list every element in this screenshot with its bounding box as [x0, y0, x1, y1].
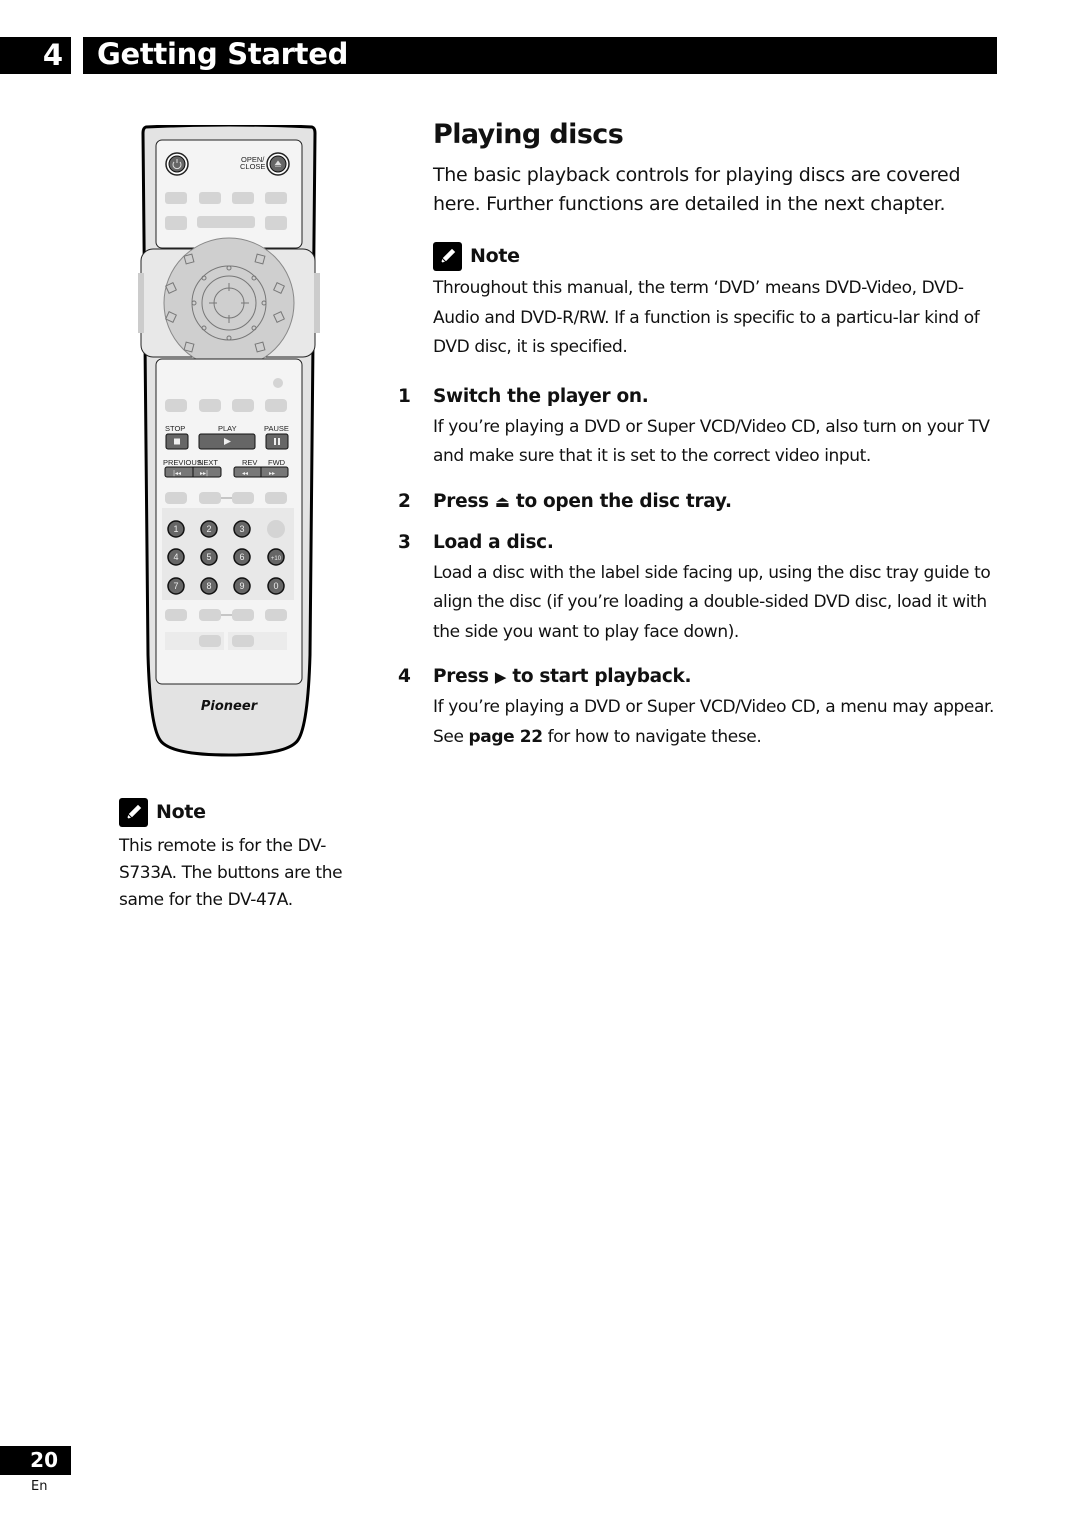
stop-button	[165, 433, 189, 450]
pause-label: PAUSE	[264, 424, 289, 433]
number-key-3: 3	[233, 520, 251, 538]
note-heading: Note	[433, 241, 1003, 271]
close-label: CLOSE	[240, 162, 265, 171]
next-label: NEXT	[198, 458, 218, 467]
pioneer-logo: Pioneer	[201, 699, 259, 714]
step-title: Switch the player on.	[433, 385, 649, 407]
page-reference-link[interactable]: page 22	[469, 727, 544, 747]
step-title-prefix: Press	[433, 666, 489, 687]
note-body: This remote is for the DV-S733A. The but…	[119, 836, 343, 910]
step-number: 1	[398, 385, 411, 407]
step-title: Load a disc.	[433, 531, 554, 553]
stop-icon	[174, 438, 180, 445]
svg-text:▸▸|: ▸▸|	[200, 470, 208, 477]
rev-fwd-buttons: ◂◂ ▸▸	[233, 466, 289, 478]
svg-text:|◂◂: |◂◂	[173, 470, 181, 477]
main-content: Playing discs The basic playback control…	[398, 118, 1003, 752]
svg-text:▸▸: ▸▸	[269, 470, 275, 477]
power-button	[165, 152, 189, 176]
number-key-+10: +10	[267, 548, 285, 566]
fwd-label: FWD	[268, 458, 286, 467]
number-key-label: 1	[173, 524, 178, 534]
step-body: Load a disc with the label side facing u…	[433, 562, 991, 642]
number-key-label: 4	[173, 552, 178, 562]
number-key-label: 6	[239, 552, 244, 562]
svg-text:◂◂: ◂◂	[242, 470, 248, 477]
number-key-5: 5	[200, 548, 218, 566]
pencil-note-icon	[119, 797, 148, 827]
previous-label: PREVIOUS	[163, 458, 202, 467]
step-body-text: for how to navigate these.	[547, 726, 762, 747]
nav-dial	[163, 237, 295, 369]
previous-next-buttons: |◂◂ ▸▸|	[164, 466, 222, 478]
number-key-0: 0	[267, 577, 285, 595]
remote-control-illustration: OPEN/ CLOSE STOP PLAY PAUSE PREVIOUS NEX…	[138, 125, 320, 757]
number-key-7: 7	[167, 577, 185, 595]
pencil-note-icon	[433, 241, 462, 271]
number-key-label: 9	[239, 581, 244, 591]
step-2: 2 Press ⏏ to open the disc tray.	[398, 488, 1003, 516]
number-key-label: +10	[271, 556, 282, 562]
remote-note: Note This remote is for the DV-S733A. Th…	[119, 797, 379, 914]
play-button	[198, 433, 256, 450]
page-number: 20	[0, 1446, 71, 1475]
number-key-9: 9	[233, 577, 251, 595]
step-number: 3	[398, 531, 411, 553]
step-3: 3 Load a disc. Load a disc with the labe…	[398, 529, 1003, 648]
chapter-title: Getting Started	[83, 37, 997, 74]
step-number: 2	[398, 490, 411, 512]
step-title-suffix: to start playback.	[512, 666, 692, 687]
number-key-label: 2	[206, 524, 211, 534]
page-language: En	[31, 1479, 48, 1494]
step-number: 4	[398, 666, 411, 687]
rev-label: REV	[242, 458, 257, 467]
number-key-label: 8	[206, 581, 211, 591]
section-lead: The basic playback controls for playing …	[433, 164, 961, 215]
step-title-suffix: to open the disc tray.	[515, 490, 732, 512]
section-title: Playing discs	[433, 119, 624, 150]
note-body: Throughout this manual, the term ‘DVD’ m…	[433, 278, 980, 357]
number-key-8: 8	[200, 577, 218, 595]
number-key-label: 5	[206, 552, 211, 562]
number-key-label: 0	[273, 581, 278, 591]
note-label: Note	[470, 245, 520, 267]
step-4: 4 Press ▶ to start playback. If you’re p…	[398, 663, 1003, 752]
eject-icon: ⏏	[494, 491, 510, 511]
blank-key	[267, 520, 285, 538]
step-title-prefix: Press	[433, 490, 489, 512]
step-1: 1 Switch the player on. If you’re playin…	[398, 383, 1003, 472]
number-key-label: 7	[173, 581, 178, 591]
pause-button	[265, 433, 289, 450]
note-heading: Note	[119, 797, 379, 827]
number-key-6: 6	[233, 548, 251, 566]
number-key-4: 4	[167, 548, 185, 566]
number-key-2: 2	[200, 520, 218, 538]
play-label: PLAY	[218, 424, 237, 433]
number-key-1: 1	[167, 520, 185, 538]
number-key-label: 3	[239, 524, 244, 534]
stop-label: STOP	[165, 424, 185, 433]
step-body: If you’re playing a DVD or Super VCD/Vid…	[433, 416, 990, 467]
play-icon: ▶	[494, 668, 507, 686]
enter-button	[213, 287, 245, 319]
note-label: Note	[156, 801, 206, 823]
chapter-number: 4	[0, 37, 71, 74]
